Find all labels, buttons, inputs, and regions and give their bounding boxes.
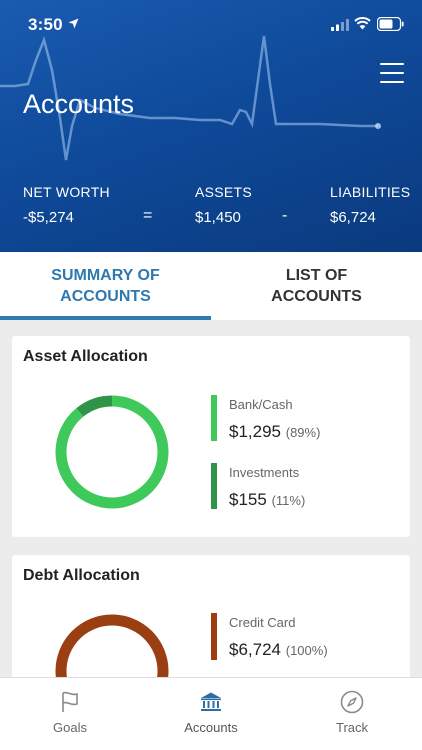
bottom-tab-bar: Goals Accounts Track [0,677,422,750]
equals-sign: = [143,207,153,224]
liabilities-value: $6,724 [330,209,376,226]
hamburger-menu-icon[interactable] [380,63,404,85]
debt-allocation-donut [55,614,169,677]
legend-color-credit-card [211,613,217,660]
tab-summary-of-accounts[interactable]: SUMMARY OF ACCOUNTS [0,252,211,320]
asset-allocation-title: Asset Allocation [23,348,148,365]
net-worth-value: -$5,274 [23,209,74,226]
assets-label: ASSETS [195,184,253,200]
tab-summary-line2: ACCOUNTS [60,288,151,305]
accounts-header: 3:50 Accounts NET WORTH -$5,274 = ASSETS… [0,0,422,252]
status-time: 3:50 [28,15,63,34]
donut-segment-credit-card [55,614,169,677]
nav-accounts-label: Accounts [184,720,238,735]
nav-goals[interactable]: Goals [0,678,140,750]
legend-amount-credit-card: $6,724 (100%) [229,640,328,660]
legend-color-bank-cash [211,395,217,441]
bank-icon [201,692,221,711]
credit-card-amount: $6,724 [229,640,281,659]
bank-cash-amount: $1,295 [229,422,281,441]
battery-icon [377,17,404,31]
wifi-icon [354,17,371,30]
account-tabs: SUMMARY OF ACCOUNTS LIST OF ACCOUNTS [0,252,422,320]
net-worth-label: NET WORTH [23,184,110,200]
legend-amount-bank-cash: $1,295 (89%) [229,422,320,442]
compass-icon [340,690,364,714]
nav-accounts[interactable]: Accounts [141,678,281,750]
nav-track[interactable]: Track [282,678,422,750]
tab-list-line2: ACCOUNTS [271,288,362,305]
credit-card-percent: (100%) [285,643,328,658]
page-title: Accounts [23,89,135,119]
assets-value: $1,450 [195,209,241,226]
nav-track-label: Track [335,720,369,735]
location-arrow-icon [68,18,79,29]
nav-goals-label: Goals [53,720,87,735]
cellular-signal-icon [331,19,349,31]
debt-allocation-title: Debt Allocation [23,567,140,584]
tab-list-line1: LIST OF [285,267,348,284]
asset-allocation-card[interactable]: Asset Allocation Bank/Cash $1,295 (89%) … [12,336,410,537]
liabilities-label: LIABILITIES [330,184,411,200]
debt-allocation-card[interactable]: Debt Allocation Credit Card $6,724 (100%… [12,555,410,677]
tab-summary-line1: SUMMARY OF [51,267,160,284]
legend-label-bank-cash: Bank/Cash [229,397,293,412]
legend-amount-investments: $155 (11%) [229,490,305,510]
minus-sign: - [282,207,288,224]
investments-amount: $155 [229,490,267,509]
tab-list-of-accounts[interactable]: LIST OF ACCOUNTS [211,252,422,320]
legend-label-investments: Investments [229,465,300,480]
investments-percent: (11%) [271,493,306,508]
bank-cash-percent: (89%) [285,425,321,440]
asset-allocation-donut [55,395,169,509]
legend-label-credit-card: Credit Card [229,615,296,630]
legend-color-investments [211,463,217,509]
active-tab-indicator [0,316,211,320]
donut-segment-bank-cash [55,395,169,509]
status-bar: 3:50 [0,0,422,44]
flag-icon [62,691,78,712]
